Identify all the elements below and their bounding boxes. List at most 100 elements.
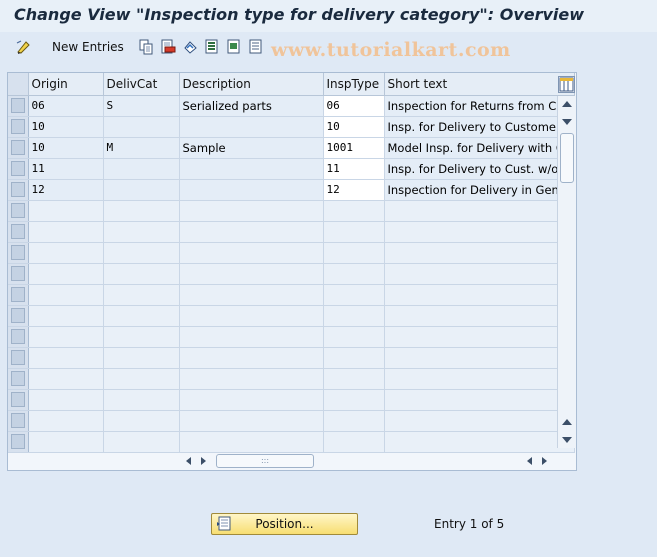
- cell-origin: 11: [28, 158, 104, 180]
- cell-short-text: Inspection for Returns from Cus: [384, 95, 575, 117]
- select-block-button[interactable]: [226, 36, 248, 58]
- row-selector[interactable]: [8, 221, 29, 243]
- cell-insptype-input[interactable]: 12: [323, 179, 385, 201]
- cell-delivcat: [103, 179, 180, 201]
- scroll-up-arrow-icon[interactable]: [562, 419, 572, 425]
- empty-table-row: [8, 389, 575, 411]
- cell-description: [179, 284, 324, 306]
- cell-description: [179, 116, 324, 138]
- table-settings-button[interactable]: [558, 76, 575, 93]
- cell-delivcat: [103, 116, 180, 138]
- cell-short-text: [384, 242, 575, 264]
- cell-insptype-input[interactable]: 11: [323, 158, 385, 180]
- new-entries-button[interactable]: New Entries: [48, 36, 138, 58]
- cell-insptype: [323, 410, 385, 432]
- copy-button[interactable]: [138, 36, 160, 58]
- cell-insptype: [323, 431, 385, 453]
- cell-short-text: [384, 305, 575, 327]
- cell-insptype-input[interactable]: 10: [323, 116, 385, 138]
- column-header-delivcat[interactable]: DelivCat: [103, 73, 180, 96]
- scroll-left-arrow-icon[interactable]: [527, 457, 532, 465]
- cell-short-text: [384, 347, 575, 369]
- cell-insptype: [323, 200, 385, 222]
- row-selector[interactable]: [8, 179, 29, 201]
- cell-description: [179, 389, 324, 411]
- select-all-rows-corner[interactable]: [8, 73, 29, 96]
- column-header-short-text[interactable]: Short text: [384, 73, 575, 96]
- row-selector[interactable]: [8, 116, 29, 138]
- empty-table-row: [8, 200, 575, 222]
- select-block-icon: [226, 39, 242, 55]
- scroll-right-arrow-icon[interactable]: [542, 457, 547, 465]
- vertical-scrollbar[interactable]: [557, 96, 576, 448]
- undo-icon: [182, 39, 198, 55]
- cell-origin: [28, 284, 104, 306]
- table-row: 12 12 Inspection for Delivery in Gener: [8, 179, 575, 201]
- table-row: 10 10 Insp. for Delivery to Customer w: [8, 116, 575, 138]
- empty-rows: [8, 200, 575, 453]
- cell-delivcat: [103, 200, 180, 222]
- display-change-button[interactable]: [16, 36, 38, 58]
- scroll-down-arrow-icon[interactable]: [562, 437, 572, 443]
- cell-delivcat: [103, 221, 180, 243]
- row-selector[interactable]: [8, 368, 29, 390]
- cell-description: [179, 242, 324, 264]
- row-selector[interactable]: [8, 263, 29, 285]
- row-selector[interactable]: [8, 284, 29, 306]
- cell-delivcat: [103, 326, 180, 348]
- row-selector[interactable]: [8, 347, 29, 369]
- cell-origin: 12: [28, 179, 104, 201]
- cell-insptype-input[interactable]: 1001: [323, 137, 385, 159]
- cell-description: [179, 158, 324, 180]
- cell-delivcat: [103, 368, 180, 390]
- cell-short-text: [384, 389, 575, 411]
- cell-origin: [28, 221, 104, 243]
- undo-button[interactable]: [182, 36, 204, 58]
- position-icon: [216, 516, 232, 532]
- column-header-description[interactable]: Description: [179, 73, 324, 96]
- row-selector[interactable]: [8, 137, 29, 159]
- cell-origin: 10: [28, 116, 104, 138]
- cell-delivcat: [103, 284, 180, 306]
- cell-description: [179, 347, 324, 369]
- empty-table-row: [8, 263, 575, 285]
- cell-description: [179, 326, 324, 348]
- row-selector[interactable]: [8, 200, 29, 222]
- empty-table-row: [8, 326, 575, 348]
- horizontal-scroll-thumb[interactable]: :::: [216, 454, 314, 468]
- deselect-all-button[interactable]: [248, 36, 270, 58]
- new-entries-label: New Entries: [52, 40, 124, 54]
- cell-origin: [28, 242, 104, 264]
- scroll-left-arrow-icon[interactable]: [186, 457, 191, 465]
- entry-counter: Entry 1 of 5: [434, 517, 505, 531]
- scroll-up-arrow-icon[interactable]: [562, 101, 572, 107]
- row-selector[interactable]: [8, 326, 29, 348]
- row-selector[interactable]: [8, 410, 29, 432]
- row-selector[interactable]: [8, 242, 29, 264]
- select-all-button[interactable]: [204, 36, 226, 58]
- cell-insptype: [323, 368, 385, 390]
- row-selector[interactable]: [8, 431, 29, 453]
- table-row: 11 11 Insp. for Delivery to Cust. w/o c: [8, 158, 575, 180]
- position-button-label: Position...: [255, 517, 314, 531]
- cell-origin: [28, 347, 104, 369]
- position-button[interactable]: Position...: [211, 513, 358, 535]
- cell-insptype: [323, 305, 385, 327]
- row-selector[interactable]: [8, 389, 29, 411]
- row-selector[interactable]: [8, 158, 29, 180]
- cell-description: [179, 221, 324, 243]
- column-header-insptype[interactable]: InspType: [323, 73, 385, 96]
- row-selector[interactable]: [8, 95, 29, 117]
- cell-description: Serialized parts: [179, 95, 324, 117]
- scroll-down-arrow-icon[interactable]: [562, 119, 572, 125]
- empty-table-row: [8, 347, 575, 369]
- vertical-scroll-thumb[interactable]: [560, 133, 574, 183]
- cell-short-text: [384, 326, 575, 348]
- cell-insptype: [323, 326, 385, 348]
- column-header-origin[interactable]: Origin: [28, 73, 104, 96]
- scroll-right-arrow-icon[interactable]: [201, 457, 206, 465]
- delete-button[interactable]: [160, 36, 182, 58]
- horizontal-scrollbar[interactable]: :::: [178, 453, 558, 470]
- row-selector[interactable]: [8, 305, 29, 327]
- cell-insptype-input[interactable]: 06: [323, 95, 385, 117]
